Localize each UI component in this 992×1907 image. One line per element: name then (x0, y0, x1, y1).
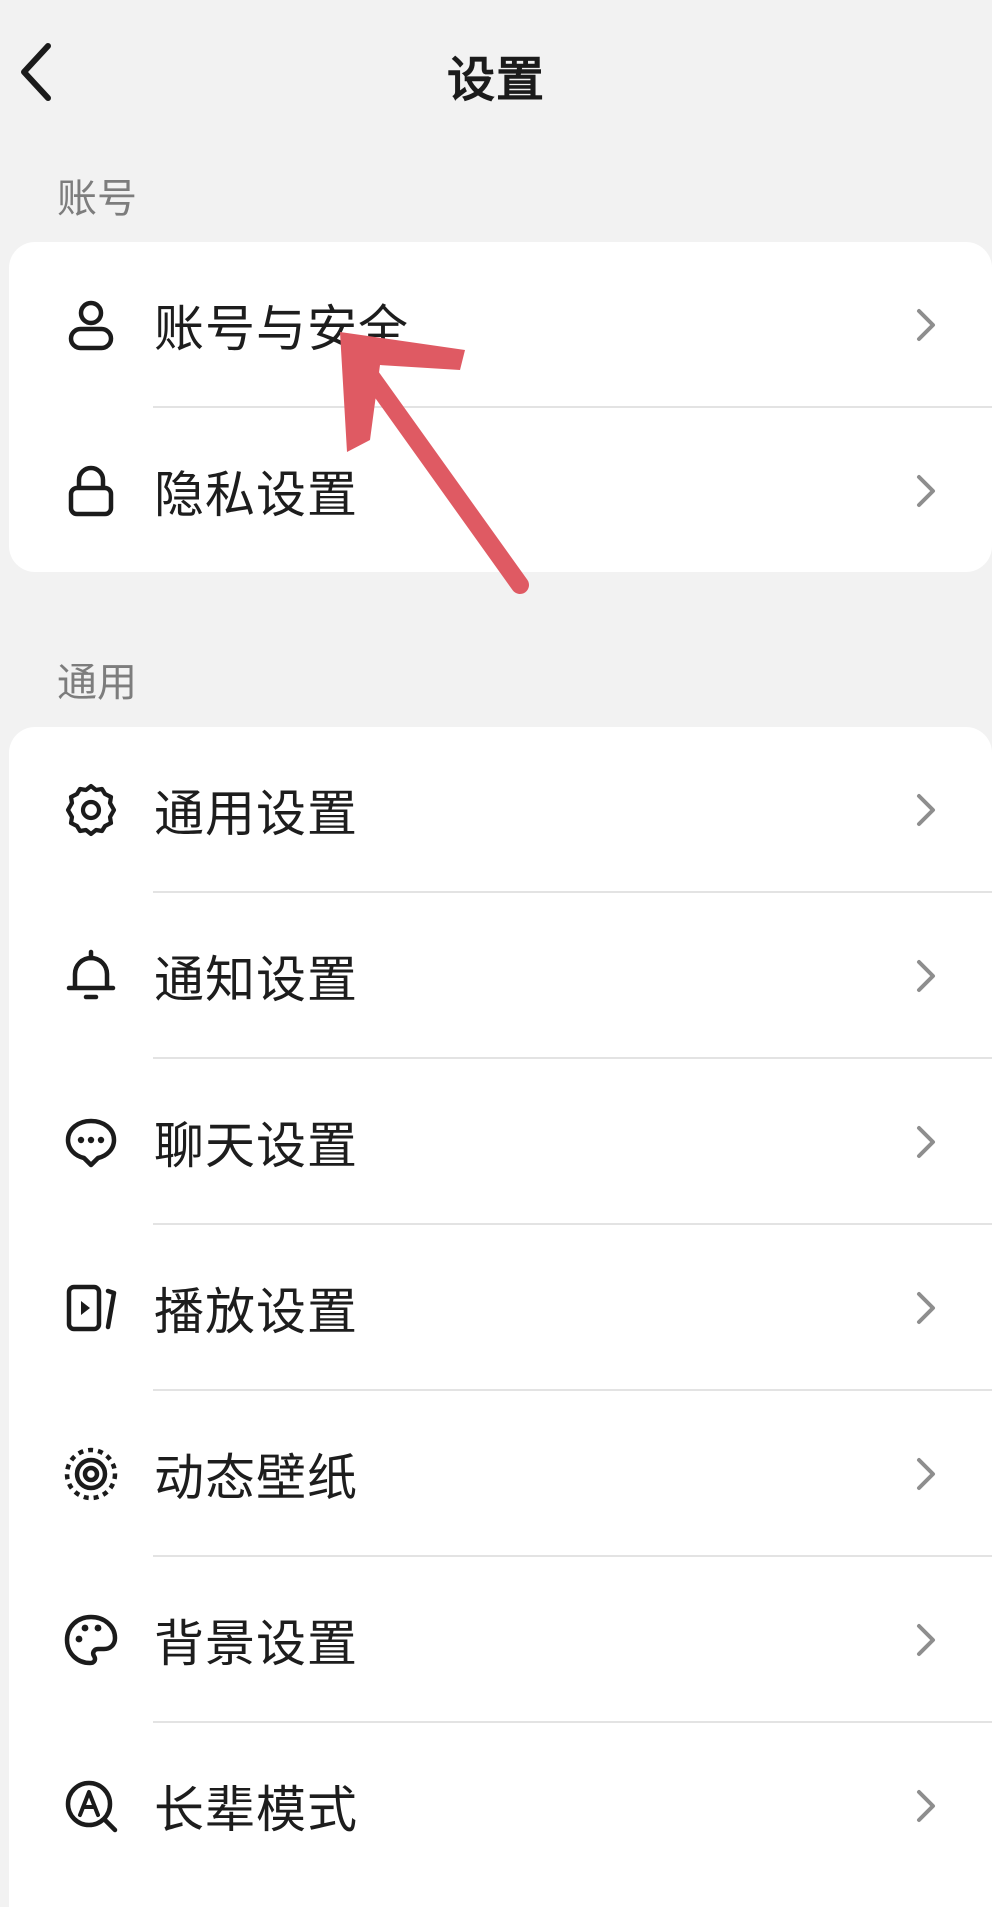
row-label: 聊天设置 (154, 1117, 358, 1175)
row-label: 账号与安全 (154, 300, 409, 358)
row-general-settings[interactable]: 通用设置 (9, 727, 992, 893)
play-screen-icon (59, 1276, 123, 1340)
general-settings-card: 通用设置 通知设置 聊天设置 播放设置 动态壁纸 背景设置 长辈模式 (9, 727, 992, 1907)
lock-icon (59, 459, 123, 523)
user-icon (59, 293, 123, 357)
row-label: 隐私设置 (154, 466, 358, 524)
row-label: 长辈模式 (154, 1781, 358, 1839)
row-notification-settings[interactable]: 通知设置 (9, 893, 992, 1059)
chevron-right-icon (917, 1790, 935, 1822)
chat-bubble-icon (59, 1110, 123, 1174)
row-chat-settings[interactable]: 聊天设置 (9, 1059, 992, 1225)
row-privacy-settings[interactable]: 隐私设置 (9, 408, 992, 572)
chevron-right-icon (917, 1126, 935, 1158)
row-label: 通用设置 (154, 785, 358, 843)
row-playback-settings[interactable]: 播放设置 (9, 1225, 992, 1391)
row-elder-mode[interactable]: 长辈模式 (9, 1723, 992, 1889)
chevron-right-icon (917, 1624, 935, 1656)
palette-icon (59, 1608, 123, 1672)
chevron-right-icon (917, 1292, 935, 1324)
section-label-account: 账号 (57, 176, 137, 222)
row-label: 动态壁纸 (154, 1449, 358, 1507)
chevron-right-icon (917, 794, 935, 826)
row-background-settings[interactable]: 背景设置 (9, 1557, 992, 1723)
chevron-right-icon (917, 960, 935, 992)
row-live-wallpaper[interactable]: 动态壁纸 (9, 1391, 992, 1557)
top-bar: 设置 (0, 0, 992, 144)
row-account-security[interactable]: 账号与安全 (9, 242, 992, 408)
row-label: 通知设置 (154, 951, 358, 1009)
bell-icon (59, 944, 123, 1008)
chevron-right-icon (917, 1458, 935, 1490)
chevron-right-icon (917, 475, 935, 507)
wallpaper-target-icon (59, 1442, 123, 1506)
row-label: 背景设置 (154, 1615, 358, 1673)
row-label: 播放设置 (154, 1283, 358, 1341)
gear-icon (59, 778, 123, 842)
elder-mode-icon (59, 1774, 123, 1838)
page-title: 设置 (446, 52, 545, 108)
account-settings-card: 账号与安全 隐私设置 (9, 242, 992, 572)
chevron-right-icon (917, 309, 935, 341)
section-label-general: 通用 (57, 660, 137, 706)
